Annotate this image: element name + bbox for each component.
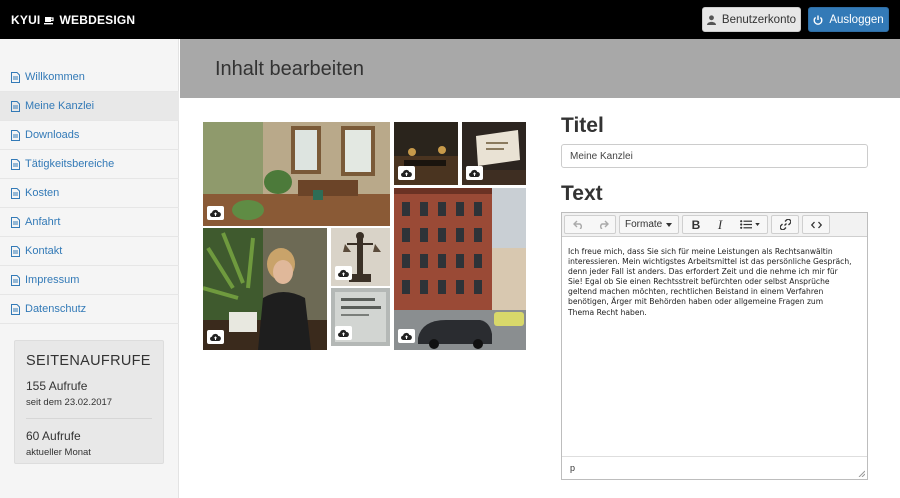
sidebar-item-datenschutz[interactable]: Datenschutz (0, 295, 179, 324)
sidebar-item-label: Meine Kanzlei (25, 100, 95, 112)
text-heading: Text (561, 182, 603, 205)
sidebar-item-kosten[interactable]: Kosten (0, 179, 179, 208)
sidebar-item-impressum[interactable]: Impressum (0, 266, 179, 295)
chevron-down-icon (666, 222, 673, 227)
photo-building-image (394, 188, 526, 350)
sidebar-item-taetigkeitsbereiche[interactable]: Tätigkeitsbereiche (0, 150, 179, 179)
sidebar-item-label: Willkommen (25, 71, 85, 83)
file-icon (11, 245, 20, 257)
bold-icon[interactable]: B (685, 216, 707, 233)
upload-icon[interactable] (335, 266, 352, 280)
logout-button[interactable]: Ausloggen (808, 7, 889, 32)
sidebar-item-label: Tätigkeitsbereiche (25, 158, 115, 170)
stats-divider (26, 418, 152, 419)
sidebar: Willkommen Meine Kanzlei Downloads Tätig… (0, 39, 179, 498)
total-views-count: 155 Aufrufe (26, 379, 88, 393)
undo-icon[interactable] (567, 216, 589, 233)
element-path[interactable]: p (570, 463, 575, 473)
format-dropdown[interactable]: Formate (619, 215, 679, 234)
sidebar-item-downloads[interactable]: Downloads (0, 121, 179, 150)
top-navbar: KYUI WEBDESIGN Benutzerkonto Ausloggen (0, 0, 900, 39)
sidebar-item-label: Downloads (25, 129, 80, 141)
brand-logo[interactable]: KYUI WEBDESIGN (11, 13, 135, 27)
power-icon (813, 15, 823, 25)
editor-text-line: interessieren. Mein wichtigstes Arbeitsm… (568, 257, 852, 267)
account-button[interactable]: Benutzerkonto (702, 7, 801, 32)
page-views-title: SEITENAUFRUFE (26, 353, 151, 369)
sidebar-item-willkommen[interactable]: Willkommen (0, 63, 179, 92)
month-views-label: aktueller Monat (26, 447, 91, 458)
sidebar-item-meine-kanzlei[interactable]: Meine Kanzlei (0, 92, 179, 121)
editor-text-line: Thema Recht haben. (568, 307, 647, 317)
photo-desk[interactable] (394, 122, 458, 185)
upload-icon[interactable] (207, 206, 224, 220)
photo-office[interactable] (203, 122, 390, 226)
format-dropdown-button[interactable]: Formate (625, 216, 677, 233)
bullet-list-button[interactable] (735, 216, 765, 233)
file-icon (11, 303, 20, 315)
file-icon (11, 158, 20, 170)
page-header: Inhalt bearbeiten (180, 39, 900, 98)
chevron-down-icon (755, 223, 760, 226)
brand-name-right: WEBDESIGN (59, 13, 136, 27)
sidebar-item-label: Kontakt (25, 245, 63, 257)
page-title: Inhalt bearbeiten (215, 58, 365, 80)
editor-text-line: geltend machen möchten, rechtlichen Beis… (568, 287, 824, 297)
link-icon[interactable] (774, 216, 796, 233)
sidebar-item-label: Kosten (25, 187, 60, 199)
editor-toolbar: Formate B I (562, 213, 867, 237)
editor-text-line: Sie! Egal ob Sie einen Rechtsstreit befü… (568, 277, 830, 287)
file-icon (11, 216, 20, 228)
upload-icon[interactable] (398, 329, 415, 343)
history-group (564, 215, 616, 234)
resize-handle-icon[interactable] (858, 470, 865, 477)
upload-icon[interactable] (398, 166, 415, 180)
editor-text-line: denn jeder Fall ist anders. Das erforder… (568, 267, 838, 277)
photo-justitia[interactable] (331, 228, 390, 286)
sidebar-item-anfahrt[interactable]: Anfahrt (0, 208, 179, 237)
photo-lawyer[interactable] (203, 228, 327, 350)
sidebar-item-label: Anfahrt (25, 216, 61, 228)
editor-statusbar: p (562, 456, 867, 479)
month-views-count: 60 Aufrufe (26, 429, 81, 443)
upload-icon[interactable] (335, 326, 352, 340)
account-button-label: Benutzerkonto (721, 13, 797, 26)
code-icon[interactable] (805, 216, 827, 233)
photo-office-image (203, 122, 390, 226)
user-icon (706, 14, 716, 25)
formatting-group: B I (682, 215, 768, 234)
code-group (802, 215, 830, 234)
format-dropdown-label: Formate (625, 219, 663, 230)
logout-button-label: Ausloggen (829, 13, 884, 26)
title-input[interactable] (561, 144, 868, 168)
editor-content[interactable]: Ich freue mich, dass Sie sich für meine … (568, 247, 862, 318)
list-icon (740, 220, 752, 229)
file-icon (11, 129, 20, 141)
file-icon (11, 100, 20, 112)
upload-icon[interactable] (207, 330, 224, 344)
editor-text-line: Ich freue mich, dass Sie sich für meine … (568, 247, 833, 256)
file-icon (11, 187, 20, 199)
photo-nameplate[interactable] (331, 288, 390, 346)
redo-icon[interactable] (592, 216, 614, 233)
link-group (771, 215, 799, 234)
file-icon (11, 71, 20, 83)
photo-business-card[interactable] (462, 122, 526, 185)
coffee-icon (44, 17, 55, 25)
total-views-since: seit dem 23.02.2017 (26, 397, 113, 408)
sidebar-item-label: Impressum (25, 274, 80, 286)
photo-building[interactable] (394, 188, 526, 350)
page-views-panel: SEITENAUFRUFE 155 Aufrufe seit dem 23.02… (14, 340, 164, 464)
italic-icon[interactable]: I (709, 216, 731, 233)
sidebar-item-label: Datenschutz (25, 303, 87, 315)
file-icon (11, 274, 20, 286)
editor-text-line: benötigen, Ärger mit Behörden haben oder… (568, 297, 824, 307)
upload-icon[interactable] (466, 166, 483, 180)
sidebar-item-kontakt[interactable]: Kontakt (0, 237, 179, 266)
brand-name-left: KYUI (11, 13, 41, 27)
rich-text-editor[interactable]: Formate B I Ich freue mich, dass Sie sic… (561, 212, 868, 480)
title-heading: Titel (561, 114, 604, 137)
